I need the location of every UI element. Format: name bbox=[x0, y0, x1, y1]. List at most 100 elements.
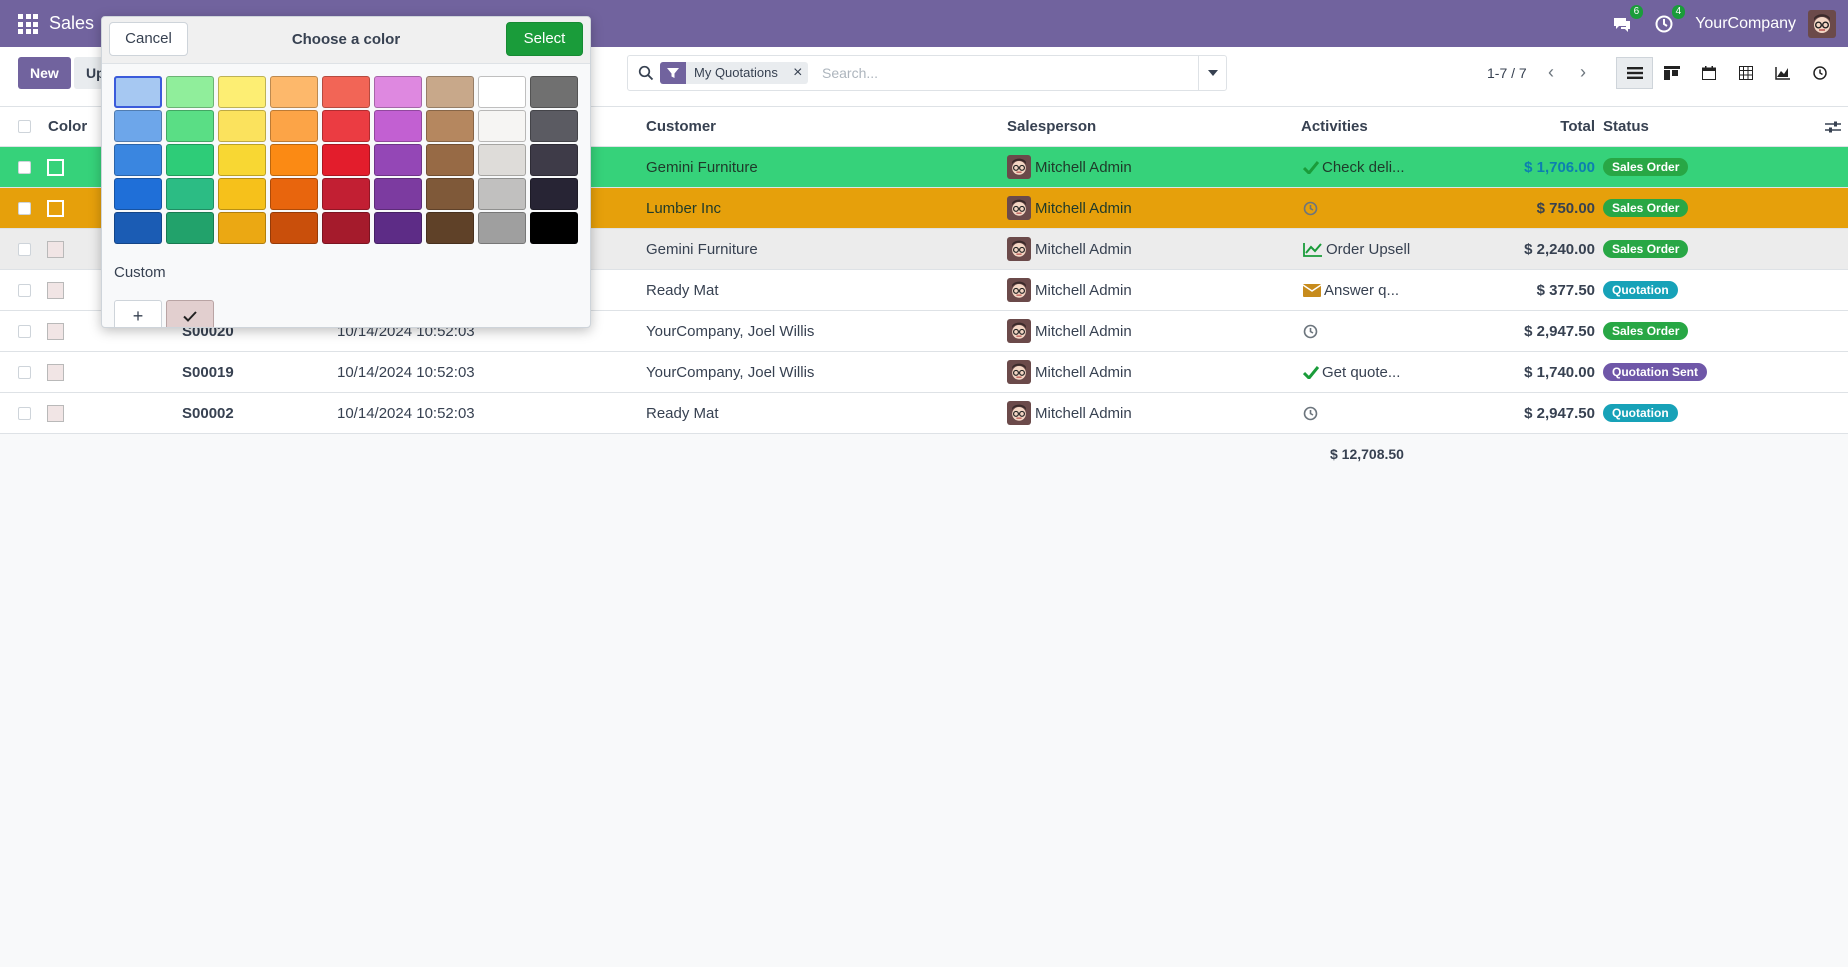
color-swatch[interactable] bbox=[478, 212, 526, 244]
select-all-checkbox[interactable] bbox=[18, 120, 31, 133]
customer-name: YourCompany, Joel Willis bbox=[646, 363, 815, 381]
color-swatch[interactable] bbox=[426, 212, 474, 244]
color-swatch[interactable] bbox=[166, 76, 214, 108]
color-swatch[interactable] bbox=[426, 76, 474, 108]
color-swatch[interactable] bbox=[374, 212, 422, 244]
row-color-swatch[interactable] bbox=[47, 199, 64, 217]
color-swatch[interactable] bbox=[218, 178, 266, 210]
optional-columns-icon[interactable] bbox=[1825, 107, 1841, 146]
apps-menu-icon[interactable] bbox=[18, 14, 38, 34]
color-swatch[interactable] bbox=[530, 76, 578, 108]
color-swatch[interactable] bbox=[166, 178, 214, 210]
activity-cell[interactable] bbox=[1303, 188, 1321, 228]
color-swatch[interactable] bbox=[426, 178, 474, 210]
activity-cell[interactable]: Answer q... bbox=[1303, 270, 1399, 310]
new-button[interactable]: New bbox=[18, 57, 71, 89]
color-swatch[interactable] bbox=[478, 144, 526, 176]
pager-next-icon[interactable]: › bbox=[1568, 57, 1598, 87]
row-color-swatch[interactable] bbox=[47, 281, 64, 299]
app-name[interactable]: Sales bbox=[49, 13, 94, 34]
color-swatch[interactable] bbox=[374, 178, 422, 210]
list-view-icon[interactable] bbox=[1616, 57, 1653, 89]
color-swatch[interactable] bbox=[114, 110, 162, 142]
color-swatch[interactable] bbox=[114, 76, 162, 108]
color-swatch[interactable] bbox=[374, 144, 422, 176]
color-swatch[interactable] bbox=[114, 178, 162, 210]
cancel-button[interactable]: Cancel bbox=[109, 22, 188, 56]
color-swatch[interactable] bbox=[218, 110, 266, 142]
row-color-swatch[interactable] bbox=[47, 158, 64, 176]
row-color-swatch[interactable] bbox=[47, 322, 64, 340]
search-options-toggle[interactable] bbox=[1198, 56, 1226, 90]
color-swatch[interactable] bbox=[218, 76, 266, 108]
color-swatch[interactable] bbox=[426, 110, 474, 142]
header-activities[interactable]: Activities bbox=[1301, 107, 1368, 146]
color-swatch[interactable] bbox=[166, 144, 214, 176]
color-swatch[interactable] bbox=[270, 178, 318, 210]
row-color-swatch[interactable] bbox=[47, 240, 64, 258]
messages-icon[interactable]: 6 bbox=[1611, 4, 1644, 35]
color-swatch[interactable] bbox=[270, 110, 318, 142]
row-color-swatch[interactable] bbox=[47, 404, 64, 422]
header-status[interactable]: Status bbox=[1603, 107, 1649, 146]
row-checkbox[interactable] bbox=[18, 406, 31, 420]
color-swatch[interactable] bbox=[114, 212, 162, 244]
color-swatch[interactable] bbox=[478, 110, 526, 142]
color-swatch[interactable] bbox=[322, 110, 370, 142]
pager-previous-icon[interactable]: ‹ bbox=[1536, 57, 1566, 87]
select-button[interactable]: Select bbox=[506, 22, 583, 56]
color-swatch[interactable] bbox=[270, 76, 318, 108]
color-swatch[interactable] bbox=[114, 144, 162, 176]
color-swatch[interactable] bbox=[322, 144, 370, 176]
row-checkbox[interactable] bbox=[18, 201, 31, 215]
table-row[interactable]: S00002 10/14/2024 10:52:03 Ready Mat Mit… bbox=[0, 393, 1848, 434]
color-swatch[interactable] bbox=[322, 178, 370, 210]
activity-cell[interactable] bbox=[1303, 393, 1321, 433]
activity-view-icon[interactable] bbox=[1801, 57, 1838, 89]
activities-clock-icon[interactable]: 4 bbox=[1653, 4, 1686, 35]
company-switcher[interactable]: YourCompany bbox=[1695, 15, 1796, 33]
color-swatch[interactable] bbox=[166, 110, 214, 142]
color-swatch[interactable] bbox=[166, 212, 214, 244]
color-swatch[interactable] bbox=[374, 110, 422, 142]
color-swatch[interactable] bbox=[426, 144, 474, 176]
row-checkbox[interactable] bbox=[18, 160, 31, 174]
custom-color-swatch[interactable] bbox=[166, 300, 214, 327]
pivot-view-icon[interactable] bbox=[1727, 57, 1764, 89]
facet-remove-icon[interactable]: × bbox=[788, 62, 808, 84]
activity-cell[interactable]: Get quote... bbox=[1303, 352, 1400, 392]
color-swatch[interactable] bbox=[530, 212, 578, 244]
header-customer[interactable]: Customer bbox=[646, 107, 716, 146]
color-swatch[interactable] bbox=[530, 110, 578, 142]
header-salesperson[interactable]: Salesperson bbox=[1007, 107, 1096, 146]
table-row[interactable]: S00019 10/14/2024 10:52:03 YourCompany, … bbox=[0, 352, 1848, 393]
color-swatch[interactable] bbox=[270, 144, 318, 176]
add-custom-color-button[interactable]: + bbox=[114, 300, 162, 327]
color-swatch[interactable] bbox=[218, 212, 266, 244]
pager-value[interactable]: 1-7 / 7 bbox=[1487, 65, 1527, 81]
color-swatch[interactable] bbox=[270, 212, 318, 244]
activity-cell[interactable] bbox=[1303, 311, 1321, 351]
search-input[interactable] bbox=[820, 62, 1180, 84]
row-color-swatch[interactable] bbox=[47, 363, 64, 381]
row-checkbox[interactable] bbox=[18, 365, 31, 379]
header-total[interactable]: Total bbox=[1480, 107, 1595, 146]
color-swatch[interactable] bbox=[530, 178, 578, 210]
color-swatch[interactable] bbox=[322, 76, 370, 108]
user-avatar[interactable] bbox=[1808, 9, 1836, 38]
activity-cell[interactable]: Check deli... bbox=[1303, 147, 1405, 187]
calendar-view-icon[interactable] bbox=[1690, 57, 1727, 89]
color-swatch[interactable] bbox=[322, 212, 370, 244]
header-color[interactable]: Color bbox=[48, 107, 87, 146]
row-checkbox[interactable] bbox=[18, 242, 31, 256]
row-checkbox[interactable] bbox=[18, 324, 31, 338]
row-checkbox[interactable] bbox=[18, 283, 31, 297]
color-swatch[interactable] bbox=[374, 76, 422, 108]
color-swatch[interactable] bbox=[478, 76, 526, 108]
graph-view-icon[interactable] bbox=[1764, 57, 1801, 89]
kanban-view-icon[interactable] bbox=[1653, 57, 1690, 89]
color-swatch[interactable] bbox=[218, 144, 266, 176]
activity-cell[interactable]: Order Upsell bbox=[1303, 229, 1410, 269]
color-swatch[interactable] bbox=[530, 144, 578, 176]
color-swatch[interactable] bbox=[478, 178, 526, 210]
